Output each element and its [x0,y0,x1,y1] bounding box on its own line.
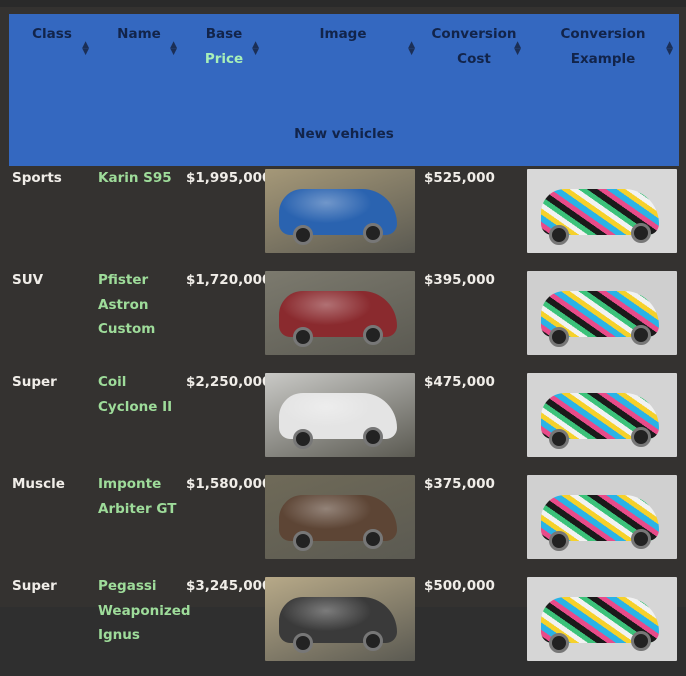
sort-icon[interactable]: ▲ ▼ [408,41,415,57]
base-price-link[interactable]: Price [187,47,261,72]
conversion-cost: $525,000 [424,170,495,186]
section-title: New vehicles [9,116,679,166]
table-row: Super Coil Cyclone II $2,250,000 $475,000 [9,370,679,472]
conversion-example-image[interactable] [527,577,677,661]
vehicle-image[interactable] [265,577,415,661]
wheel [293,633,313,653]
vehicle-name-link[interactable]: Karin S95 [95,166,183,268]
vehicle-image[interactable] [265,475,415,559]
table-row: Sports Karin S95 $1,995,000 $525,000 [9,166,679,268]
conversion-example-image[interactable] [527,475,677,559]
vehicle-price: $2,250,000 [186,374,272,390]
vehicle-name-link[interactable]: Pegassi Weaponized Ignus [95,574,191,676]
column-header-conversion-example[interactable]: Conversion Example ▲ ▼ [527,14,679,116]
vehicle-class: Sports [12,170,62,186]
wheel [293,327,313,347]
wheel [631,631,651,651]
section-row: New vehicles [9,116,679,166]
wheel [363,631,383,651]
vehicle-name-link[interactable]: Pfister Astron Custom [95,268,183,370]
wheel [293,429,313,449]
column-header-base-price[interactable]: Base Price ▲ ▼ [183,14,265,116]
vehicle-name-link[interactable]: Coil Cyclone II [95,370,183,472]
sort-icon[interactable]: ▲ ▼ [82,41,89,57]
vehicle-class: Muscle [12,476,65,492]
vehicle-price: $3,245,000 [186,578,272,594]
column-header-class[interactable]: Class ▲ ▼ [9,14,95,116]
sort-icon[interactable]: ▲ ▼ [252,41,259,57]
wheel [363,529,383,549]
column-header-image[interactable]: Image ▲ ▼ [265,14,421,116]
conversion-example-image[interactable] [527,169,677,253]
conversion-cost: $395,000 [424,272,495,288]
vehicle-price: $1,580,000 [186,476,272,492]
wheel [549,531,569,551]
vehicles-table: Class ▲ ▼ Name ▲ ▼ Base Price ▲ ▼ Image ▲ ▼ [9,14,679,676]
wheel [549,327,569,347]
column-header-conversion-cost[interactable]: Conversion Cost ▲ ▼ [421,14,527,116]
table-header-row: Class ▲ ▼ Name ▲ ▼ Base Price ▲ ▼ Image ▲ ▼ [9,14,679,116]
sort-icon[interactable]: ▲ ▼ [170,41,177,57]
vehicle-name-link[interactable]: Imponte Arbiter GT [95,472,183,574]
vehicle-class: Super [12,578,57,594]
vehicle-price: $1,995,000 [186,170,272,186]
table-row: Super Pegassi Weaponized Ignus $3,245,000 $… [9,574,679,676]
column-header-name[interactable]: Name ▲ ▼ [95,14,183,116]
conversion-cost: $375,000 [424,476,495,492]
wheel [631,529,651,549]
conversion-cost: $475,000 [424,374,495,390]
vehicle-image[interactable] [265,271,415,355]
sort-icon[interactable]: ▲ ▼ [514,41,521,57]
vehicle-price: $1,720,000 [186,272,272,288]
wheel [549,225,569,245]
conversion-example-image[interactable] [527,271,677,355]
wheel [293,531,313,551]
wheel [631,427,651,447]
wheel [293,225,313,245]
sort-icon[interactable]: ▲ ▼ [666,41,673,57]
table-row: Muscle Imponte Arbiter GT $1,580,000 $375,0… [9,472,679,574]
vehicle-class: Super [12,374,57,390]
wheel [363,427,383,447]
vehicle-image[interactable] [265,373,415,457]
wheel [549,429,569,449]
wheel [363,223,383,243]
wheel [631,325,651,345]
vehicle-class: SUV [12,272,44,288]
table-row: SUV Pfister Astron Custom $1,720,000 $395,0… [9,268,679,370]
wheel [631,223,651,243]
wheel [363,325,383,345]
conversion-cost: $500,000 [424,578,495,594]
vehicle-image[interactable] [265,169,415,253]
wheel [549,633,569,653]
conversion-example-image[interactable] [527,373,677,457]
content-frame: Class ▲ ▼ Name ▲ ▼ Base Price ▲ ▼ Image ▲ ▼ [0,0,686,661]
